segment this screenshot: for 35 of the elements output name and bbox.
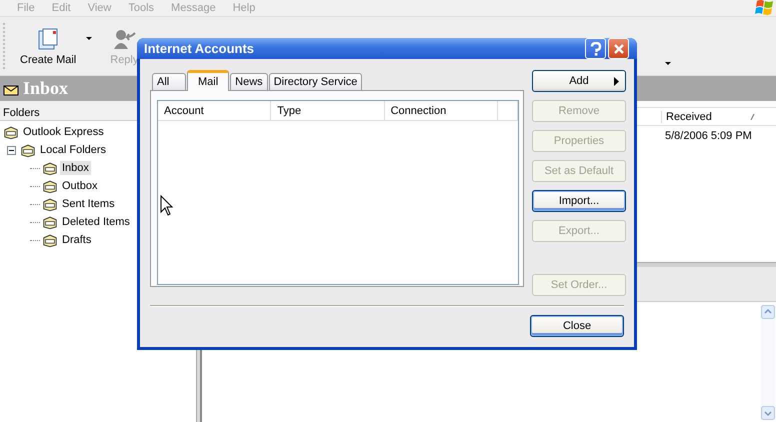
folder-item[interactable]: Sent Items — [60, 197, 117, 211]
dialog-button[interactable]: Add — [532, 70, 626, 92]
tab[interactable]: News — [230, 73, 268, 90]
caret-icon — [665, 62, 671, 66]
table-cell-text: 5/8/2006 5:09 PM — [664, 130, 752, 142]
window-close-button[interactable] — [608, 38, 629, 59]
arrow-right-icon — [614, 77, 619, 86]
folder-title: Inbox — [23, 78, 68, 99]
folder-item[interactable]: Outbox — [60, 179, 100, 193]
folder-item[interactable]: Outlook Express — [21, 125, 106, 139]
tab[interactable]: Directory Service — [268, 73, 362, 90]
column-header[interactable]: Received — [661, 110, 742, 122]
column-header[interactable]: Account — [158, 101, 272, 120]
toolbar-button[interactable]: Create Mail — [12, 20, 84, 72]
sort-icon — [750, 114, 755, 120]
folder-item[interactable]: Drafts — [60, 233, 94, 247]
windows-flag-icon — [754, 0, 776, 18]
tab[interactable]: Mail — [187, 70, 230, 91]
close-icon — [612, 42, 624, 54]
scroll-down-icon[interactable] — [761, 406, 775, 420]
folder-item[interactable]: Deleted Items — [60, 215, 132, 229]
tab[interactable]: All — [152, 73, 186, 90]
folder-item[interactable]: Local Folders — [38, 143, 108, 157]
window-title: Internet Accounts — [144, 41, 256, 56]
mouse-pointer-icon — [160, 195, 173, 216]
scroll-up-icon[interactable] — [761, 305, 775, 319]
close-button[interactable]: Close — [530, 315, 624, 337]
help-button[interactable] — [585, 38, 606, 59]
dialog-button[interactable]: Import... — [532, 190, 626, 212]
help-icon — [590, 42, 602, 56]
scrollbar[interactable] — [761, 305, 775, 420]
column-header[interactable]: Type — [271, 101, 385, 120]
collapse-toggle-icon[interactable] — [7, 146, 16, 154]
column-header[interactable]: Connection — [384, 101, 498, 120]
folder-item[interactable]: Inbox — [60, 161, 91, 175]
